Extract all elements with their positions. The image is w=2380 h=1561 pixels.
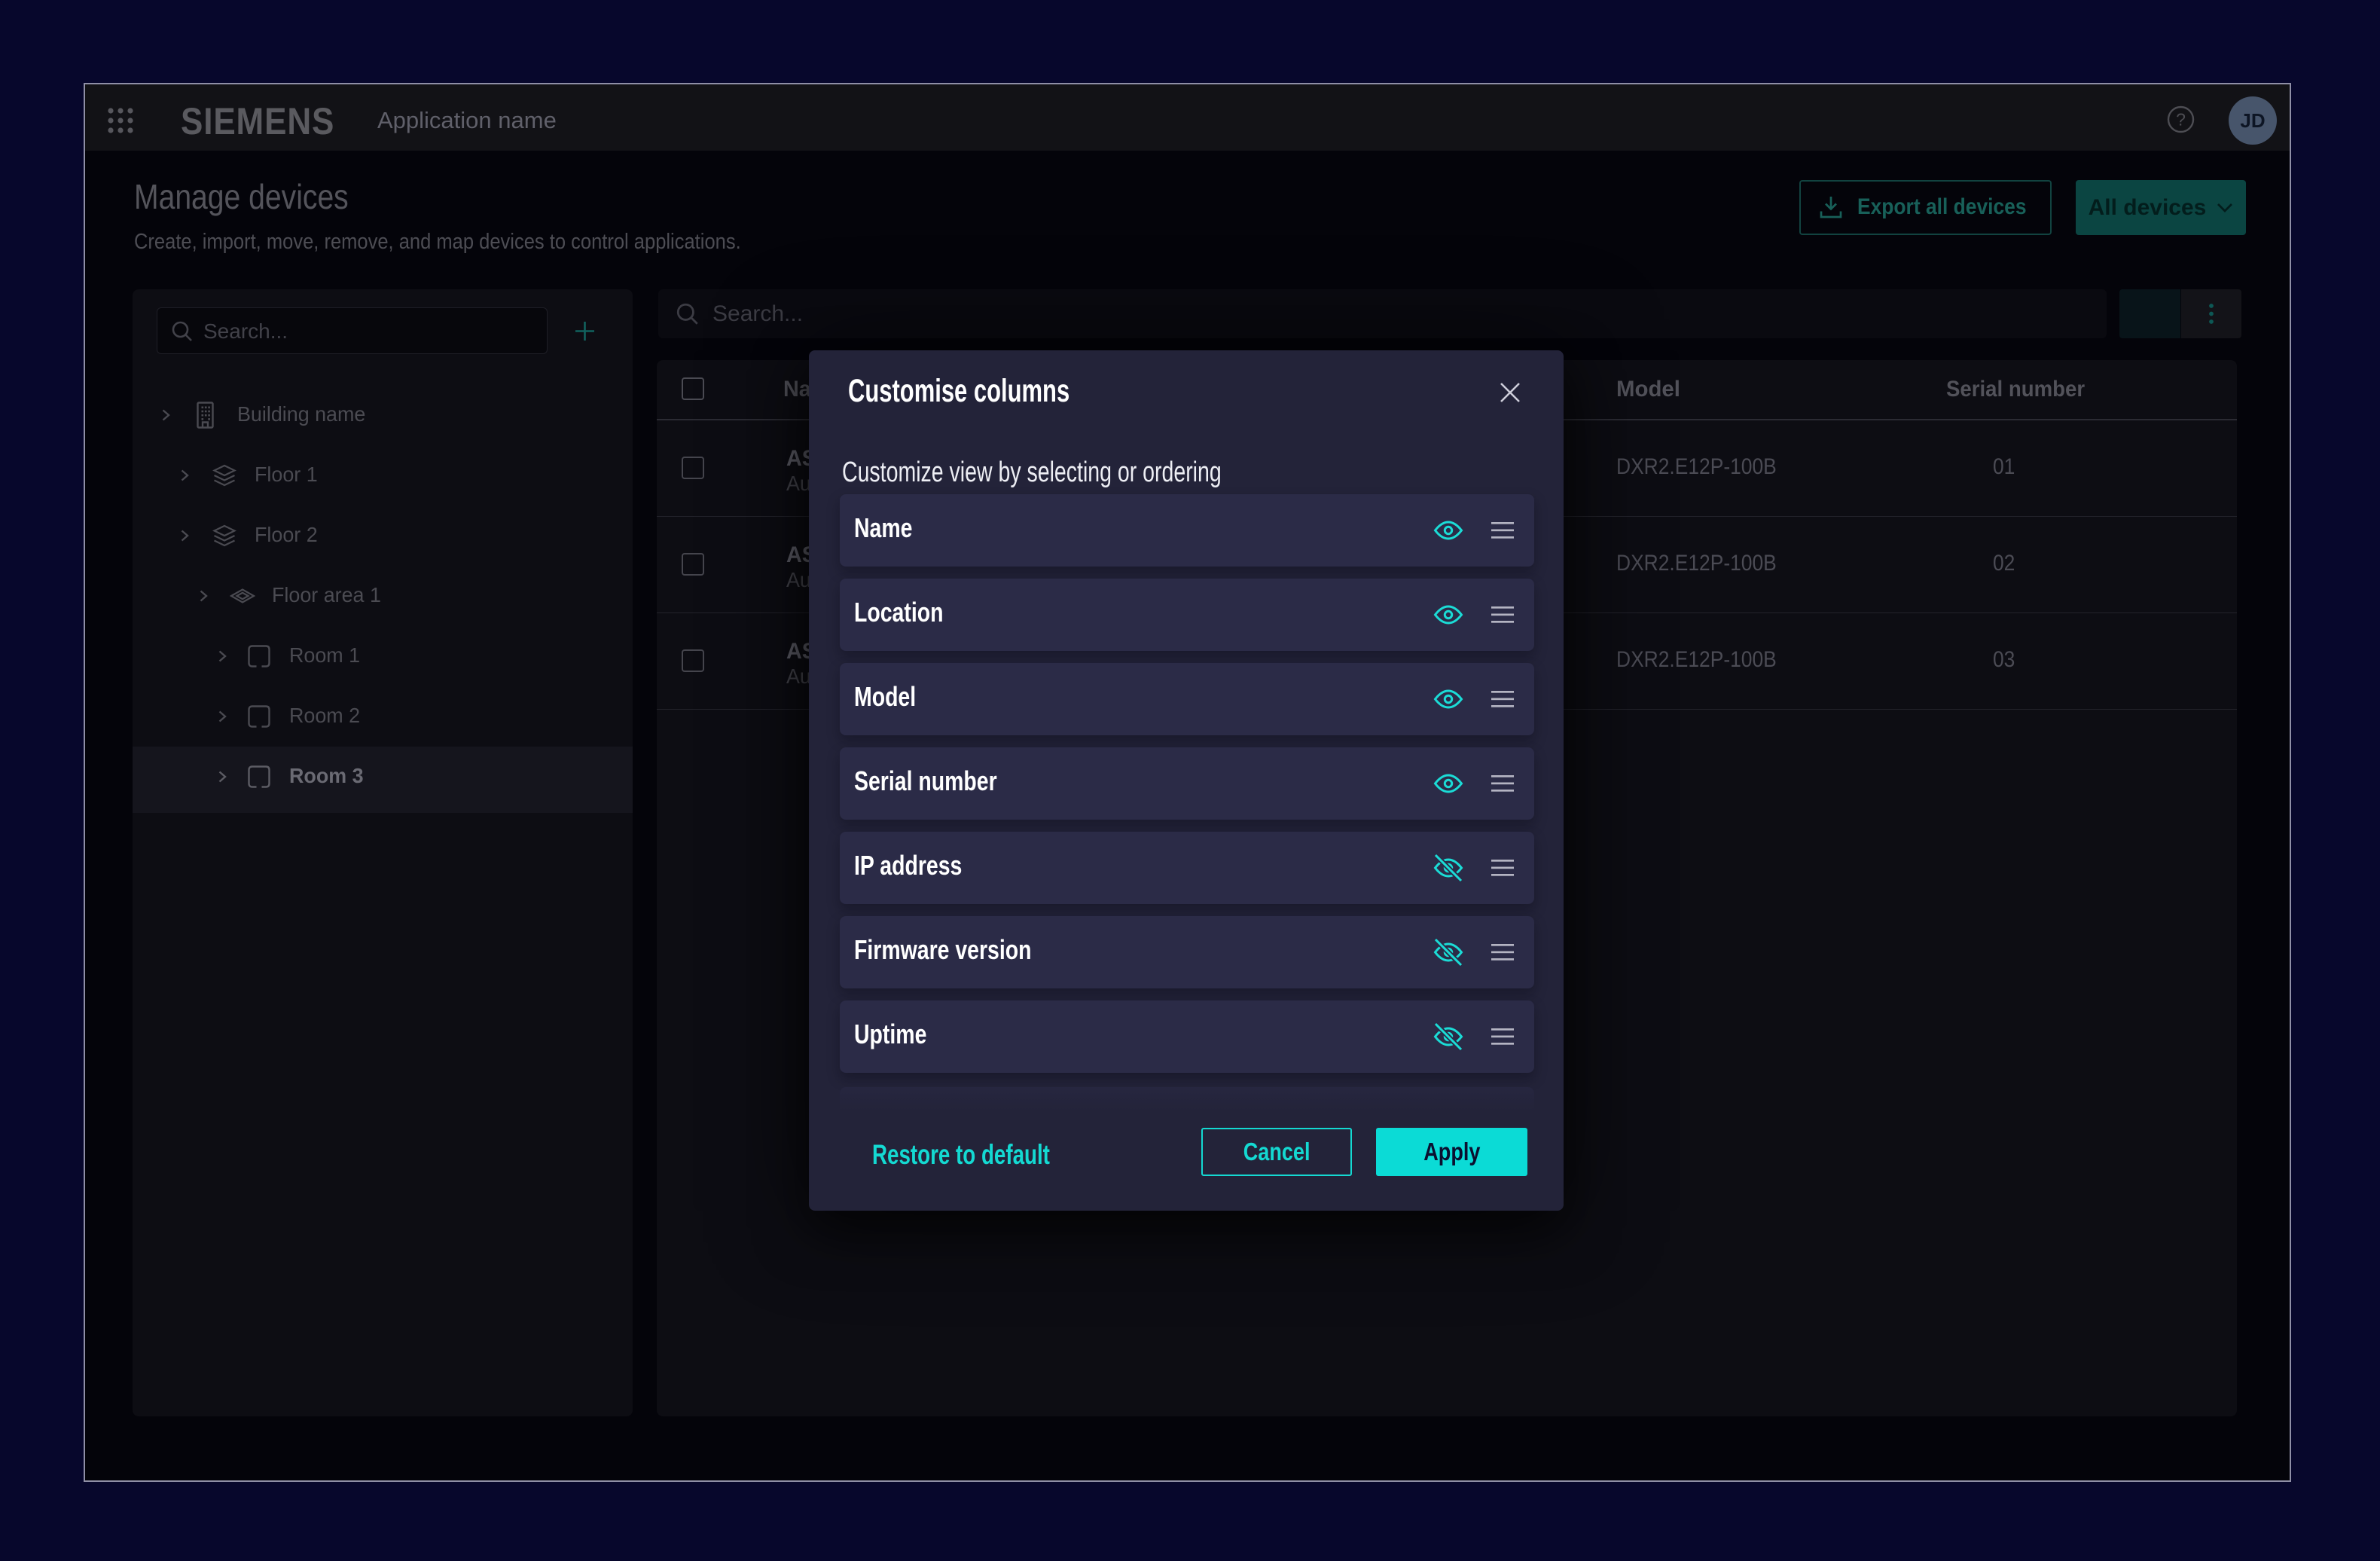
svg-text:?: ?	[2176, 110, 2186, 130]
